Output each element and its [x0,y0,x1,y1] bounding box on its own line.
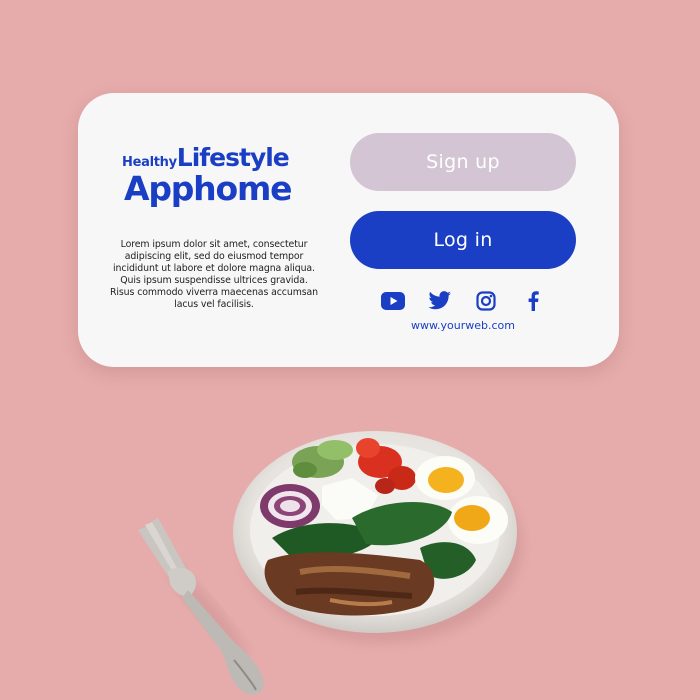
brand-tagline-small: Healthy [122,155,177,170]
youtube-icon[interactable] [380,290,406,312]
signup-card: HealthyLifestyle Apphome Lorem ipsum dol… [78,93,619,367]
twitter-icon[interactable] [427,290,453,312]
social-links [380,289,546,313]
brand-tagline-mid: Lifestyle [176,143,290,172]
website-link[interactable]: www.yourweb.com [378,319,548,332]
facebook-icon[interactable] [520,290,546,312]
login-button[interactable]: Log in [350,211,576,269]
brand-name: Apphome [124,169,293,208]
description-text: Lorem ipsum dolor sit amet, consectetur … [109,239,319,310]
brand-logo: HealthyLifestyle Apphome [122,145,312,205]
signup-button[interactable]: Sign up [350,133,576,191]
instagram-icon[interactable] [473,290,499,312]
